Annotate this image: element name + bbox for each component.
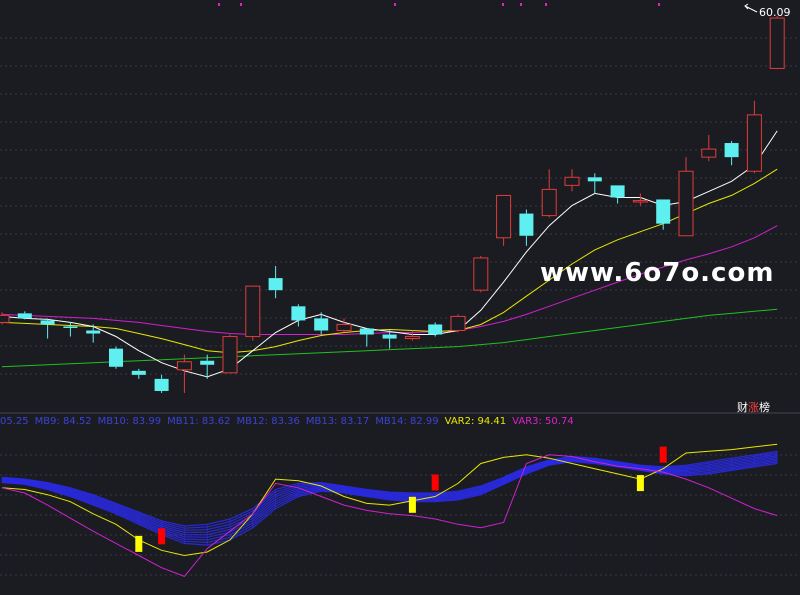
candle-body xyxy=(656,199,671,224)
candle-body xyxy=(450,315,466,331)
signal-bar-yellow xyxy=(408,496,416,513)
brand-label: 财涨榜 xyxy=(737,399,770,415)
max-price-label: 60.09 xyxy=(759,6,791,19)
candle xyxy=(154,374,169,393)
legend-var3: VAR3: 50.74 xyxy=(512,416,574,427)
candle-body xyxy=(268,278,283,291)
candle-body xyxy=(632,199,648,203)
legend-mb10: MB10: 83.99 xyxy=(97,416,162,427)
watermark-text: www.6o7o.com xyxy=(540,258,775,288)
indicator-legend: 05.25 MB9: 84.52 MB10: 83.99 MB11: 83.62 MB1… xyxy=(0,416,800,430)
candle-body xyxy=(359,328,374,335)
stock-chart-svg[interactable] xyxy=(0,0,800,595)
candle xyxy=(428,322,443,337)
legend-mb11: MB11: 83.62 xyxy=(167,416,231,427)
candle-body xyxy=(701,148,717,158)
candle-body xyxy=(746,114,762,172)
signal-bar-yellow xyxy=(135,535,143,552)
top-markers xyxy=(218,3,660,6)
candle-body xyxy=(176,361,192,371)
candle xyxy=(769,16,785,69)
candle-body xyxy=(0,314,10,323)
candle-body xyxy=(610,185,625,198)
candle xyxy=(564,169,580,192)
candle-body xyxy=(678,170,694,237)
top-marker xyxy=(545,3,547,6)
candle-body xyxy=(17,313,32,319)
candle xyxy=(587,173,602,194)
candle-body xyxy=(63,326,78,328)
candle-body xyxy=(291,306,306,321)
candle-body xyxy=(541,188,557,217)
brand-char-3: 榜 xyxy=(759,401,770,414)
candle xyxy=(382,330,397,349)
candle-body xyxy=(336,323,352,331)
candle xyxy=(245,285,261,341)
candle-body xyxy=(496,194,512,239)
candle-body xyxy=(222,336,238,374)
candle-body xyxy=(428,324,443,335)
ribbon-line xyxy=(1,452,778,529)
candle-body xyxy=(769,17,785,69)
candle xyxy=(701,134,717,162)
legend-var2: VAR2: 94.41 xyxy=(444,416,507,427)
candle xyxy=(519,209,534,246)
candle xyxy=(450,314,466,333)
signal-bar-red xyxy=(659,446,667,463)
candle xyxy=(268,265,283,299)
legend-mb12: MB12: 83.36 xyxy=(236,416,300,427)
candle xyxy=(63,322,78,337)
legend-mb13: MB13: 83.17 xyxy=(305,416,370,427)
signal-bar-red xyxy=(158,528,166,545)
max-price-arrow-icon xyxy=(744,3,758,13)
brand-char-2: 涨 xyxy=(748,401,759,414)
brand-char-1: 财 xyxy=(737,401,748,414)
candle-body xyxy=(519,213,534,236)
candle-body xyxy=(40,320,55,325)
candle-body xyxy=(109,348,123,367)
candle xyxy=(724,141,739,166)
candle xyxy=(40,318,55,339)
top-marker xyxy=(394,3,396,6)
candle-body xyxy=(200,360,215,365)
candle-body xyxy=(404,336,420,340)
candle-body xyxy=(86,330,101,334)
top-marker xyxy=(520,3,522,6)
ribbon-line xyxy=(1,461,778,546)
signal-bar-red xyxy=(431,474,439,491)
top-marker xyxy=(502,3,504,6)
candle-body xyxy=(724,143,739,158)
candlestick-series[interactable] xyxy=(0,16,785,393)
candle-body xyxy=(564,176,580,186)
candle xyxy=(176,354,192,393)
candle xyxy=(541,169,557,218)
candle xyxy=(746,100,762,174)
candle-body xyxy=(131,370,146,375)
candle xyxy=(496,194,512,246)
top-marker xyxy=(218,3,220,6)
candle-body xyxy=(154,378,169,391)
candle-body xyxy=(382,334,397,339)
candle-body xyxy=(245,285,261,338)
candle xyxy=(473,255,489,293)
candle xyxy=(610,185,625,204)
candle xyxy=(17,311,32,320)
top-marker xyxy=(658,3,660,6)
candle-body xyxy=(314,318,329,331)
indicator-ribbon xyxy=(1,450,778,546)
candle xyxy=(109,346,123,369)
candle xyxy=(131,368,146,379)
signal-bar-yellow xyxy=(636,475,644,492)
candle-body xyxy=(473,257,489,291)
candle xyxy=(359,328,374,347)
candle xyxy=(678,157,694,237)
candle xyxy=(222,334,238,374)
legend-date: 05.25 xyxy=(0,416,29,427)
legend-mb9: MB9: 84.52 xyxy=(34,416,92,427)
legend-mb14: MB14: 82.99 xyxy=(375,416,439,427)
top-marker xyxy=(240,3,242,6)
candle-body xyxy=(587,177,602,182)
